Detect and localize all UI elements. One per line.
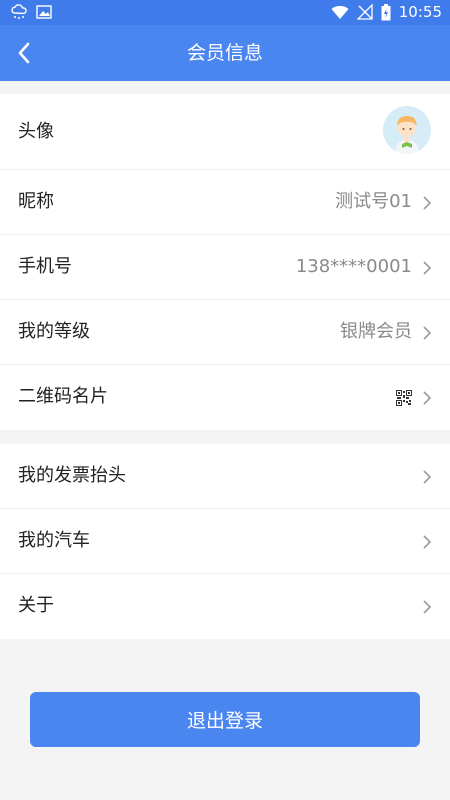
level-label: 我的等级 [18,321,90,342]
qr-card-row[interactable]: 二维码名片 [0,365,450,430]
weather-icon [11,4,27,19]
avatar-label: 头像 [18,121,54,142]
chevron-right-icon [423,470,432,484]
logout-button[interactable]: 退出登录 [30,692,420,747]
about-row[interactable]: 关于 [0,574,450,639]
qr-card-label: 二维码名片 [18,386,108,407]
chevron-right-icon [423,196,432,210]
nickname-row[interactable]: 昵称 测试号01 [0,170,450,235]
invoice-title-label: 我的发票抬头 [18,465,126,486]
more-settings-group: 我的发票抬头 我的汽车 关于 [0,444,450,639]
battery-icon [381,3,391,20]
profile-settings-group: 头像 昵称 测试号01 手机号 138****0001 我的等级 银牌会员 二维… [0,94,450,430]
chevron-right-icon [423,535,432,549]
image-notification-icon [36,5,52,19]
chevron-right-icon [423,261,432,275]
level-row[interactable]: 我的等级 银牌会员 [0,300,450,365]
chevron-right-icon [423,600,432,614]
status-bar: 10:55 [0,0,450,25]
qr-code-icon [396,390,412,406]
clock: 10:55 [398,3,442,21]
my-car-row[interactable]: 我的汽车 [0,509,450,574]
wifi-icon [331,5,349,19]
page-title: 会员信息 [186,42,263,64]
phone-label: 手机号 [18,256,72,277]
about-label: 关于 [18,595,54,616]
chevron-right-icon [423,326,432,340]
phone-row[interactable]: 手机号 138****0001 [0,235,450,300]
nickname-value: 测试号01 [335,191,412,212]
no-signal-icon [356,4,373,20]
level-value: 银牌会员 [340,321,412,342]
user-avatar-icon [383,106,431,154]
avatar[interactable] [383,106,431,154]
phone-value: 138****0001 [295,256,412,277]
nickname-label: 昵称 [18,191,54,212]
title-bar: 会员信息 [0,25,450,81]
invoice-title-row[interactable]: 我的发票抬头 [0,444,450,509]
avatar-row[interactable]: 头像 [0,94,450,170]
my-car-label: 我的汽车 [18,530,90,551]
chevron-right-icon [423,391,432,405]
